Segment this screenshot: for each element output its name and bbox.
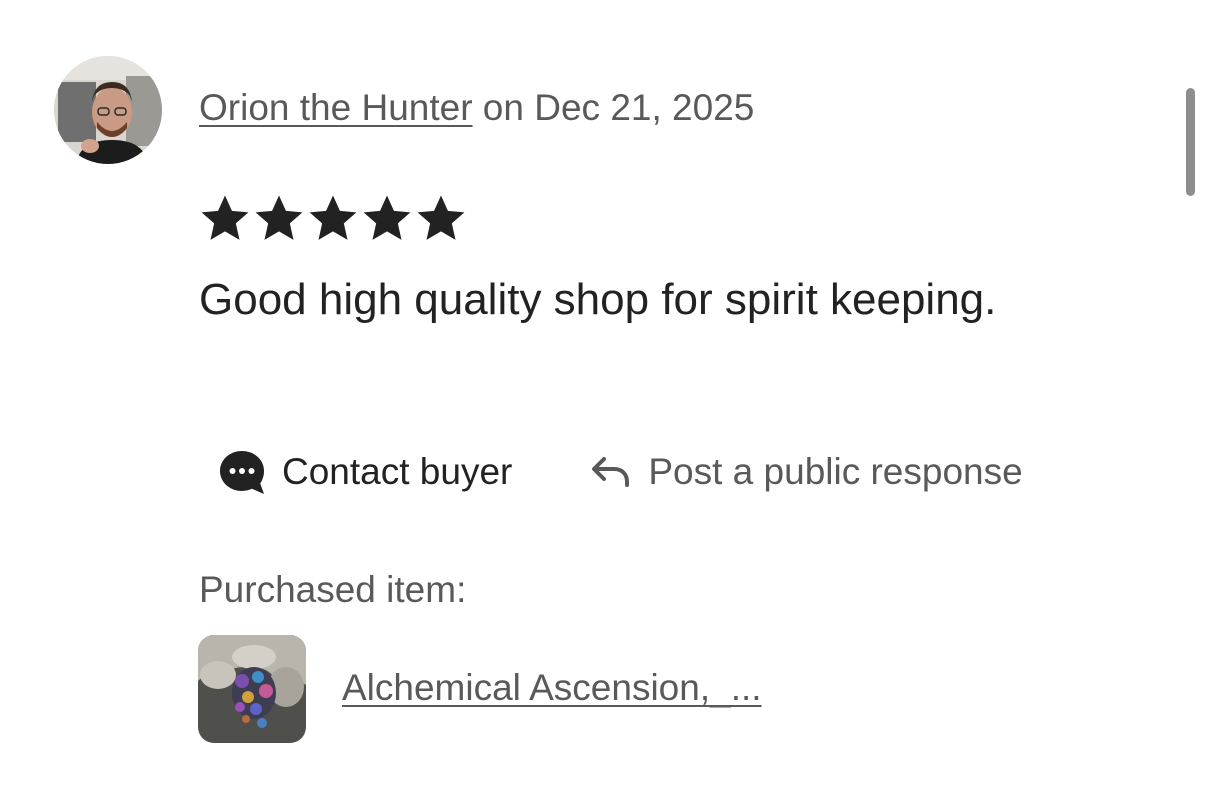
review-byline: Orion the Hunter on Dec 21, 2025: [199, 84, 754, 132]
vertical-scrollbar[interactable]: [1186, 88, 1195, 196]
star-icon: [309, 195, 357, 240]
chat-bubble-icon: [218, 448, 266, 496]
star-icon: [201, 195, 249, 240]
purchased-item-label: Purchased item:: [199, 569, 467, 610]
reviewer-name-link[interactable]: Orion the Hunter: [199, 87, 473, 128]
review-page: Orion the Hunter on Dec 21, 2025 Good hi…: [0, 0, 1206, 801]
date-prefix: on: [472, 87, 535, 128]
purchased-item-thumbnail[interactable]: [198, 635, 306, 743]
crystal-photo: [198, 635, 306, 743]
review-date: Dec 21, 2025: [534, 87, 755, 128]
star-icon: [255, 195, 303, 240]
contact-buyer-label: Contact buyer: [282, 451, 513, 492]
review-actions: Contact buyer Post a public response: [218, 446, 1023, 498]
purchased-item-link[interactable]: Alchemical Ascension,_...: [342, 664, 762, 712]
reviewer-avatar[interactable]: [54, 56, 162, 164]
reply-arrow-icon: [590, 451, 632, 493]
post-public-response-button[interactable]: Post a public response: [590, 451, 1023, 493]
review-text: Good high quality shop for spirit keepin…: [199, 275, 997, 324]
contact-buyer-button[interactable]: Contact buyer: [218, 448, 512, 496]
reviewer-photo: [54, 56, 162, 164]
star-rating: [199, 192, 467, 244]
star-icon: [417, 195, 465, 240]
star-icon: [363, 195, 411, 240]
post-public-response-label: Post a public response: [648, 451, 1023, 492]
